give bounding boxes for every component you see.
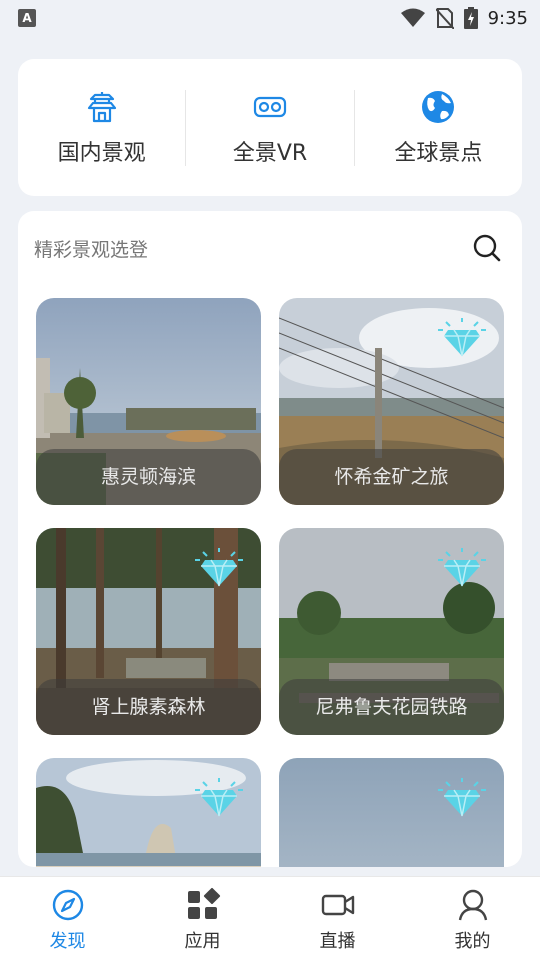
nav-label: 我的 [454,931,491,952]
diamond-icon [438,778,486,817]
diamond-icon [438,318,486,357]
compass-icon [52,889,83,921]
nav-label: 直播 [319,931,356,952]
category-label: 国内景观 [57,140,146,166]
video-camera-icon [321,894,354,916]
tile-caption: 肾上腺素森林 [36,679,261,735]
nav-mine[interactable]: 我的 [405,877,540,960]
vr-goggles-icon [253,96,287,117]
nav-label: 应用 [184,931,221,952]
category-card: 国内景观 全景VR 全球景点 [18,59,522,196]
scenery-tile-sky[interactable] [279,758,504,867]
tile-caption: 惠灵顿海滨 [36,449,261,505]
pagoda-icon [87,91,116,122]
search-icon[interactable] [472,233,502,263]
user-icon [458,889,487,921]
app-notification-icon: A [18,9,36,27]
scenery-tile-garden-railway[interactable]: 尼弗鲁夫花园铁路 [279,528,504,735]
globe-icon [422,90,455,123]
category-label: 全球景点 [394,140,483,166]
battery-charging-icon [463,7,478,29]
nav-live[interactable]: 直播 [270,877,405,960]
scenery-tile-beach[interactable] [36,758,261,867]
no-sim-icon [435,8,454,29]
scenery-tile-waihi-gold-mine[interactable]: 怀希金矿之旅 [279,298,504,505]
clock: 9:35 [487,7,528,29]
scenery-tile-wellington-waterfront[interactable]: 惠灵顿海滨 [36,298,261,505]
nav-discover[interactable]: 发现 [0,877,135,960]
apps-icon [187,887,220,919]
category-label: 全景VR [232,140,308,166]
tile-caption: 尼弗鲁夫花园铁路 [279,679,504,735]
wifi-icon [400,8,425,27]
scenery-tile-adrenalin-forest[interactable]: 肾上腺素森林 [36,528,261,735]
bottom-navigation: 发现 应用 直播 我的 [0,876,540,960]
diamond-icon [195,778,243,817]
nav-apps[interactable]: 应用 [135,877,270,960]
category-domestic-scenery[interactable]: 国内景观 [18,59,185,196]
diamond-icon [438,548,486,587]
featured-section: 精彩景观选登 惠灵顿海滨 怀希金矿之旅 肾上腺素森林 尼弗鲁夫花园铁路 [18,211,522,867]
category-panorama-vr[interactable]: 全景VR [186,59,353,196]
tile-caption: 怀希金矿之旅 [279,449,504,505]
section-title: 精彩景观选登 [34,239,149,261]
nav-label: 发现 [49,931,86,952]
category-global-attractions[interactable]: 全球景点 [355,59,522,196]
diamond-icon [195,548,243,587]
status-bar: A 9:35 [0,0,540,36]
